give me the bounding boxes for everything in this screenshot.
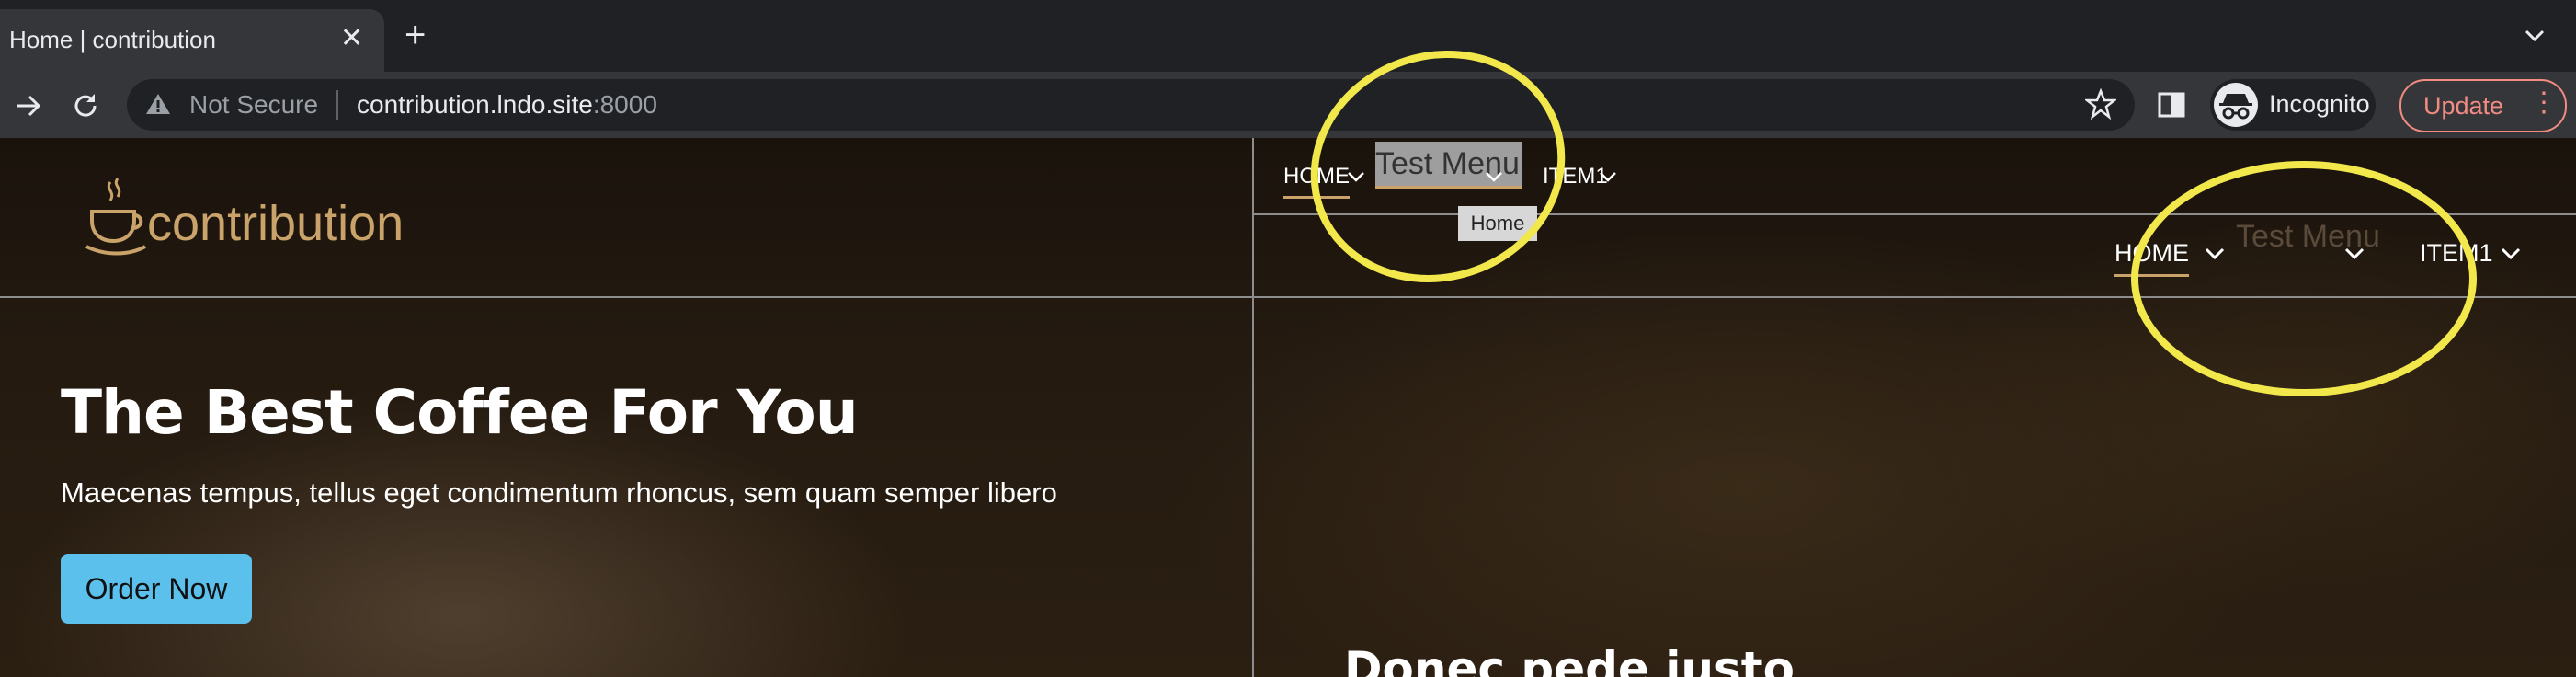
annotation-overlay bbox=[1310, 51, 2477, 396]
annotation-circle bbox=[1310, 51, 1566, 282]
annotation-circle bbox=[2131, 161, 2477, 396]
